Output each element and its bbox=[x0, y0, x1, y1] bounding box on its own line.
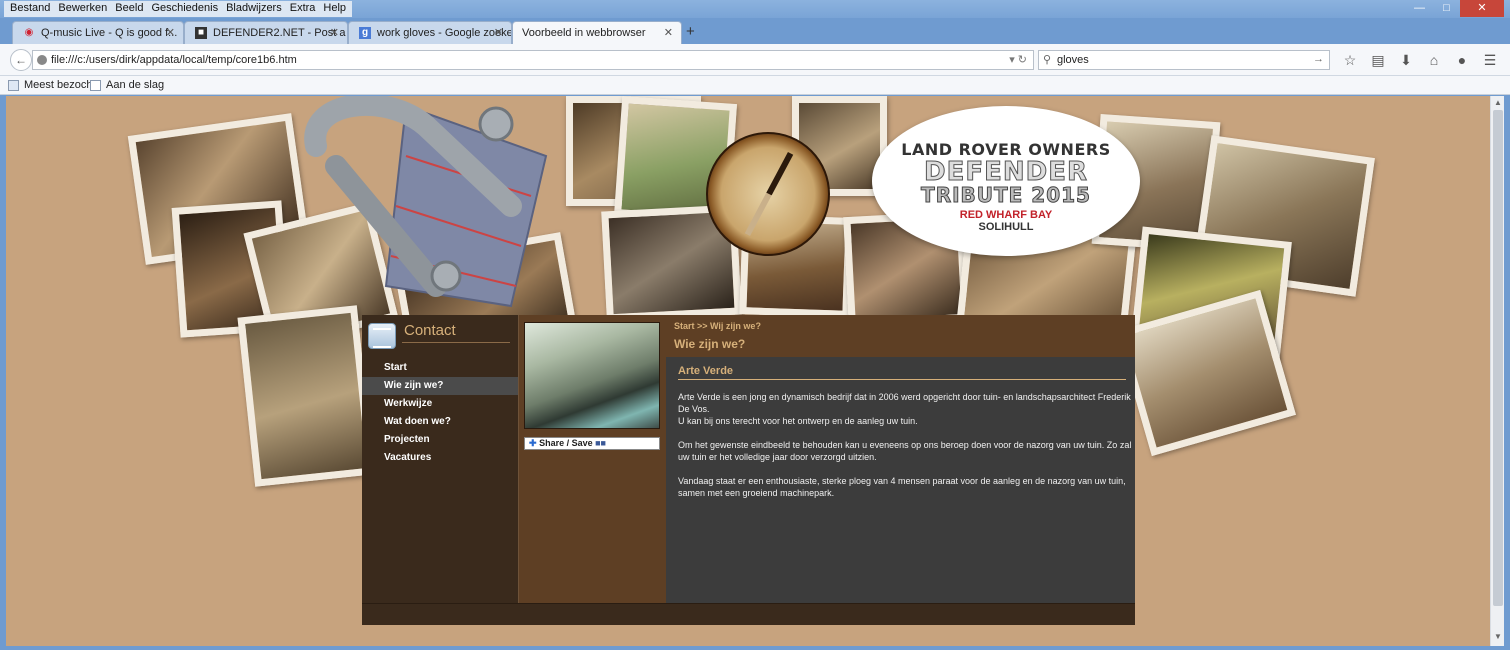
tab-label: Voorbeeld in webbrowser bbox=[522, 27, 646, 39]
nav-item-wie-zijn-we[interactable]: Wie zijn we? bbox=[362, 377, 518, 395]
site-content: Contact Start Wie zijn we? Werkwijze Wat… bbox=[362, 315, 1135, 625]
chat-icon[interactable]: ● bbox=[1448, 52, 1476, 69]
download-icon[interactable]: ⬇ bbox=[1392, 52, 1420, 69]
google-icon: g bbox=[359, 27, 371, 39]
bookmarks-bar: Meest bezocht Aan de slag bbox=[0, 76, 1510, 95]
logo-line-5: SOLIHULL bbox=[978, 221, 1034, 233]
window-frame-right bbox=[1504, 96, 1510, 650]
contact-link[interactable]: Contact bbox=[404, 322, 456, 339]
tab-bar: ◉ Q-music Live - Q is good f... ✕ ■ DEFE… bbox=[0, 18, 1510, 45]
paragraph: Om het gewenste eindbeeld te behouden ka… bbox=[678, 440, 1132, 462]
nav-item-start[interactable]: Start bbox=[362, 359, 518, 377]
site-info-icon[interactable] bbox=[37, 55, 47, 65]
search-go-icon[interactable]: → bbox=[1313, 53, 1324, 65]
bookmark-label: Meest bezocht bbox=[24, 79, 96, 91]
close-tab-icon[interactable]: ✕ bbox=[494, 26, 503, 39]
share-label: Share / Save bbox=[539, 438, 593, 448]
vertical-scrollbar[interactable]: ▲ ▼ bbox=[1490, 96, 1504, 646]
tab-label: DEFENDER2.NET - Post a re... bbox=[213, 27, 347, 39]
search-value: gloves bbox=[1057, 54, 1089, 66]
menu-list: Bestand Bewerken Beeld Geschiedenis Blad… bbox=[4, 1, 353, 17]
search-bar[interactable]: ⚲ gloves → bbox=[1038, 50, 1330, 70]
menu-bewerken[interactable]: Bewerken bbox=[54, 1, 111, 17]
nav-item-projecten[interactable]: Projecten bbox=[362, 431, 518, 449]
scrollbar-thumb[interactable] bbox=[1493, 110, 1503, 606]
paragraph: Arte Verde is een jong en dynamisch bedr… bbox=[678, 392, 1131, 414]
shackle-image bbox=[304, 96, 548, 308]
image-column: ✚ Share / Save ■■ bbox=[518, 315, 666, 603]
toolbar-icons: ☆ ▤ ⬇ ⌂ ● ☰ bbox=[1336, 52, 1504, 69]
close-tab-icon[interactable]: ✕ bbox=[664, 26, 673, 39]
share-save-button[interactable]: ✚ Share / Save ■■ bbox=[524, 437, 660, 450]
maximize-icon[interactable]: □ bbox=[1433, 0, 1460, 17]
page-title: Wie zijn we? bbox=[674, 337, 746, 351]
close-window-icon[interactable]: ✕ bbox=[1460, 0, 1504, 17]
new-tab-icon[interactable]: + bbox=[686, 23, 695, 40]
home-icon[interactable]: ⌂ bbox=[1420, 52, 1448, 69]
close-tab-icon[interactable]: ✕ bbox=[166, 26, 175, 39]
body-text: Arte Verde is een jong en dynamisch bedr… bbox=[678, 391, 1134, 511]
close-tab-icon[interactable]: ✕ bbox=[330, 26, 339, 39]
menu-help[interactable]: Help bbox=[319, 1, 350, 17]
reload-icon[interactable]: ▾ ↻ bbox=[1009, 53, 1027, 66]
tab-label: Q-music Live - Q is good f... bbox=[41, 27, 178, 39]
bookmark-page-icon bbox=[90, 79, 101, 91]
bookmark-label: Aan de slag bbox=[106, 79, 165, 91]
menu-bladwijzers[interactable]: Bladwijzers bbox=[222, 1, 286, 17]
divider bbox=[402, 342, 510, 343]
menu-bar: Bestand Bewerken Beeld Geschiedenis Blad… bbox=[0, 0, 1510, 18]
logo-line-4: RED WHARF BAY bbox=[959, 209, 1053, 221]
collage-photo bbox=[237, 305, 375, 487]
bookmark-aan-de-slag[interactable]: Aan de slag bbox=[90, 79, 164, 91]
share-services-icon: ■■ bbox=[595, 438, 606, 448]
paragraph: U kan bij ons terecht voor het ontwerp e… bbox=[678, 416, 918, 426]
menu-hamburger-icon[interactable]: ☰ bbox=[1476, 52, 1504, 69]
breadcrumb[interactable]: Start >> Wij zijn we? bbox=[674, 321, 761, 331]
bookmark-folder-icon bbox=[8, 79, 19, 91]
q-music-icon: ◉ bbox=[24, 27, 34, 38]
tab-google[interactable]: g work gloves - Google zoeken ✕ bbox=[348, 21, 512, 44]
main-header: Start >> Wij zijn we? Wie zijn we? bbox=[666, 315, 1135, 357]
tab-voorbeeld[interactable]: Voorbeeld in webbrowser ✕ bbox=[512, 21, 682, 45]
nav-item-vacatures[interactable]: Vacatures bbox=[362, 449, 518, 467]
tab-q-music[interactable]: ◉ Q-music Live - Q is good f... ✕ bbox=[12, 21, 184, 44]
menu-beeld[interactable]: Beeld bbox=[111, 1, 147, 17]
tab-defender2[interactable]: ■ DEFENDER2.NET - Post a re... ✕ bbox=[184, 21, 348, 44]
nav-item-wat-doen-we[interactable]: Wat doen we? bbox=[362, 413, 518, 431]
window-controls: — □ ✕ bbox=[1406, 0, 1504, 17]
nav-item-werkwijze[interactable]: Werkwijze bbox=[362, 395, 518, 413]
logo-line-3: TRIBUTE 2015 bbox=[921, 183, 1091, 207]
menu-bestand[interactable]: Bestand bbox=[6, 1, 54, 17]
back-arrow-icon[interactable]: ← bbox=[10, 49, 32, 71]
url-bar[interactable]: file:///c:/users/dirk/appdata/local/temp… bbox=[32, 50, 1034, 70]
web-page: LAND ROVER OWNERS DEFENDER TRIBUTE 2015 … bbox=[6, 96, 1490, 646]
url-text: file:///c:/users/dirk/appdata/local/temp… bbox=[51, 54, 297, 66]
plus-icon: ✚ bbox=[529, 438, 537, 448]
navigation-bar: ← file:///c:/users/dirk/appdata/local/te… bbox=[0, 44, 1510, 76]
search-icon: ⚲ bbox=[1043, 54, 1052, 66]
scroll-down-icon[interactable]: ▼ bbox=[1494, 632, 1502, 641]
defender-site-icon: ■ bbox=[195, 27, 207, 39]
reading-list-icon[interactable]: ▤ bbox=[1364, 52, 1392, 69]
sidebar: Contact Start Wie zijn we? Werkwijze Wat… bbox=[362, 315, 518, 603]
logo-line-2: DEFENDER bbox=[924, 157, 1088, 187]
section-title: Arte Verde bbox=[678, 365, 734, 377]
tab-label: work gloves - Google zoeken bbox=[377, 27, 512, 39]
site-nav: Start Wie zijn we? Werkwijze Wat doen we… bbox=[362, 359, 518, 467]
divider bbox=[678, 379, 1126, 380]
bookmark-star-icon[interactable]: ☆ bbox=[1336, 52, 1364, 69]
site-footer bbox=[362, 603, 1135, 625]
window-frame-bottom bbox=[0, 646, 1510, 650]
paragraph: Vandaag staat er een enthousiaste, sterk… bbox=[678, 476, 1126, 498]
menu-extra[interactable]: Extra bbox=[286, 1, 320, 17]
bookmark-meest-bezocht[interactable]: Meest bezocht bbox=[8, 79, 96, 91]
minimize-icon[interactable]: — bbox=[1406, 0, 1433, 17]
compass-image bbox=[706, 132, 830, 256]
menu-geschiedenis[interactable]: Geschiedenis bbox=[147, 1, 222, 17]
mail-icon[interactable] bbox=[368, 323, 396, 349]
scroll-up-icon[interactable]: ▲ bbox=[1494, 98, 1502, 107]
main-panel: Start >> Wij zijn we? Wie zijn we? Arte … bbox=[666, 315, 1135, 603]
event-logo: LAND ROVER OWNERS DEFENDER TRIBUTE 2015 … bbox=[872, 106, 1140, 256]
featured-photo bbox=[524, 322, 660, 429]
